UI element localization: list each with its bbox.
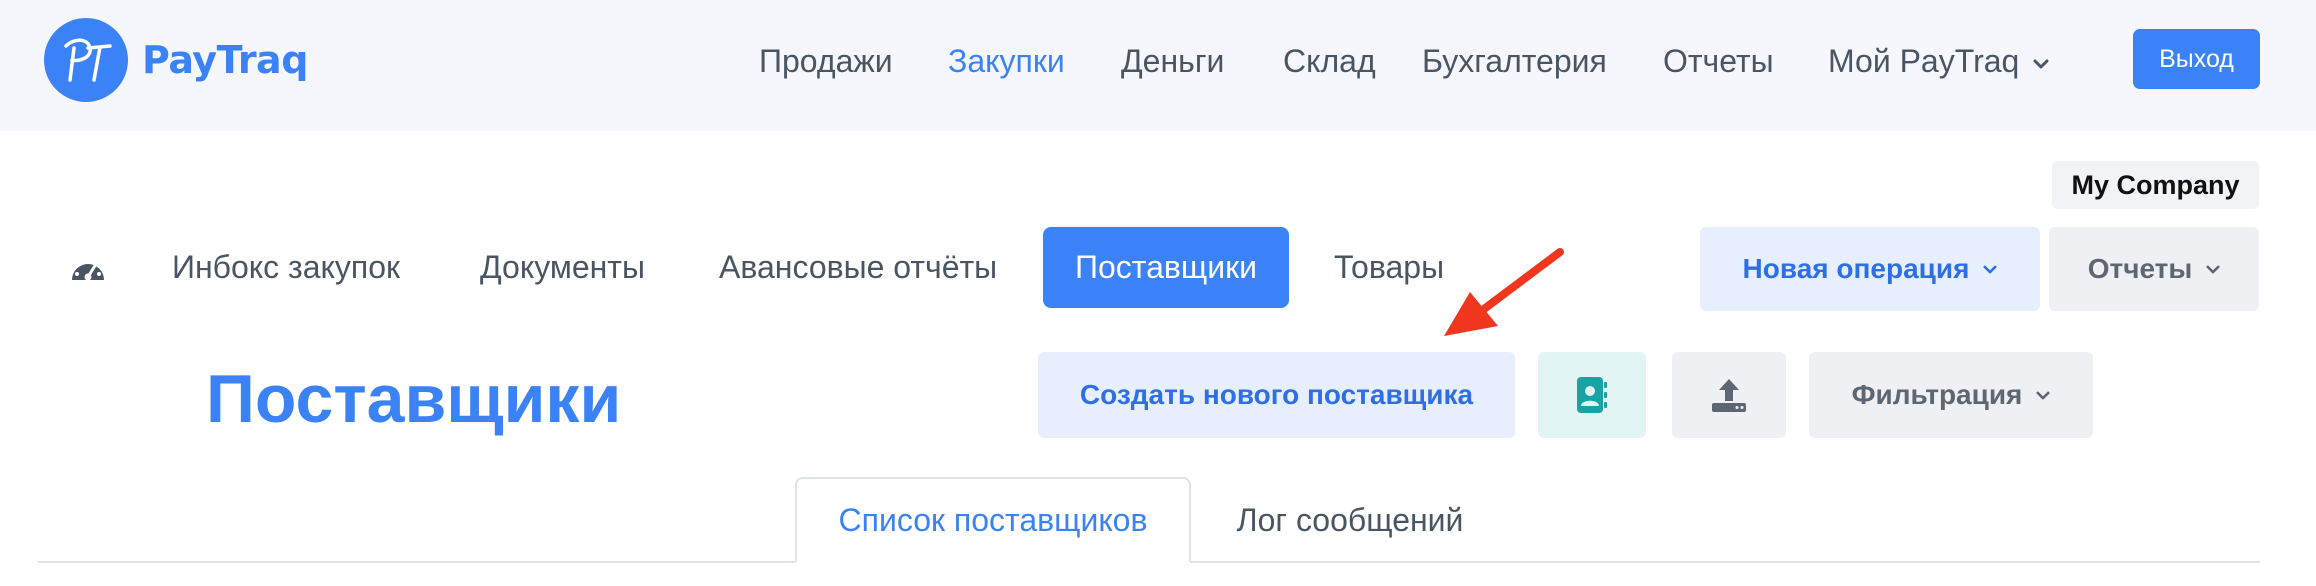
subnav-suppliers[interactable]: Поставщики <box>1043 227 1289 308</box>
import-upload-button[interactable] <box>1672 352 1786 438</box>
reports-dropdown[interactable]: Отчеты <box>2049 227 2259 311</box>
subnav-expense-reports[interactable]: Авансовые отчёты <box>719 227 997 308</box>
new-operation-dropdown[interactable]: Новая операция <box>1700 227 2040 311</box>
menu-item-money[interactable]: Деньги <box>1121 36 1224 86</box>
create-supplier-button[interactable]: Создать нового поставщика <box>1038 352 1515 438</box>
chevron-down-icon <box>2036 391 2050 399</box>
menu-item-purchases[interactable]: Закупки <box>948 36 1065 86</box>
my-paytraq-label: Мой PayTraq <box>1828 43 2020 79</box>
tab-supplier-list[interactable]: Список поставщиков <box>795 477 1191 563</box>
menu-item-accounting[interactable]: Бухгалтерия <box>1422 36 1607 86</box>
menu-item-reports[interactable]: Отчеты <box>1663 36 1774 86</box>
chevron-down-icon <box>2206 265 2220 273</box>
subnav-documents[interactable]: Документы <box>480 227 645 308</box>
top-navigation-bar: PayTraq Продажи Закупки Деньги Склад Бух… <box>0 0 2316 131</box>
dashboard-speedometer-icon[interactable] <box>68 250 108 286</box>
contacts-button[interactable] <box>1538 352 1646 438</box>
annotation-arrow-icon <box>1444 248 1564 336</box>
contact-book-icon <box>1577 377 1607 413</box>
subnav-purchase-inbox[interactable]: Инбокс закупок <box>172 227 400 308</box>
filter-dropdown[interactable]: Фильтрация <box>1809 352 2093 438</box>
page-title: Поставщики <box>206 361 622 437</box>
menu-item-my-paytraq[interactable]: Мой PayTraq <box>1828 36 2049 86</box>
reports-label: Отчеты <box>2087 253 2193 284</box>
tab-message-log[interactable]: Лог сообщений <box>1190 477 1510 563</box>
main-menu: Продажи Закупки Деньги Склад Бухгалтерия… <box>0 36 2316 86</box>
upload-icon <box>1712 379 1746 412</box>
menu-item-warehouse[interactable]: Склад <box>1283 36 1376 86</box>
chevron-down-icon <box>1983 265 1997 273</box>
new-operation-label: Новая операция <box>1742 253 1970 284</box>
logout-button[interactable]: Выход <box>2133 29 2260 89</box>
filter-label: Фильтрация <box>1851 379 2023 410</box>
chevron-down-icon <box>2033 59 2049 69</box>
company-badge[interactable]: My Company <box>2052 161 2259 209</box>
menu-item-sales[interactable]: Продажи <box>759 36 893 86</box>
